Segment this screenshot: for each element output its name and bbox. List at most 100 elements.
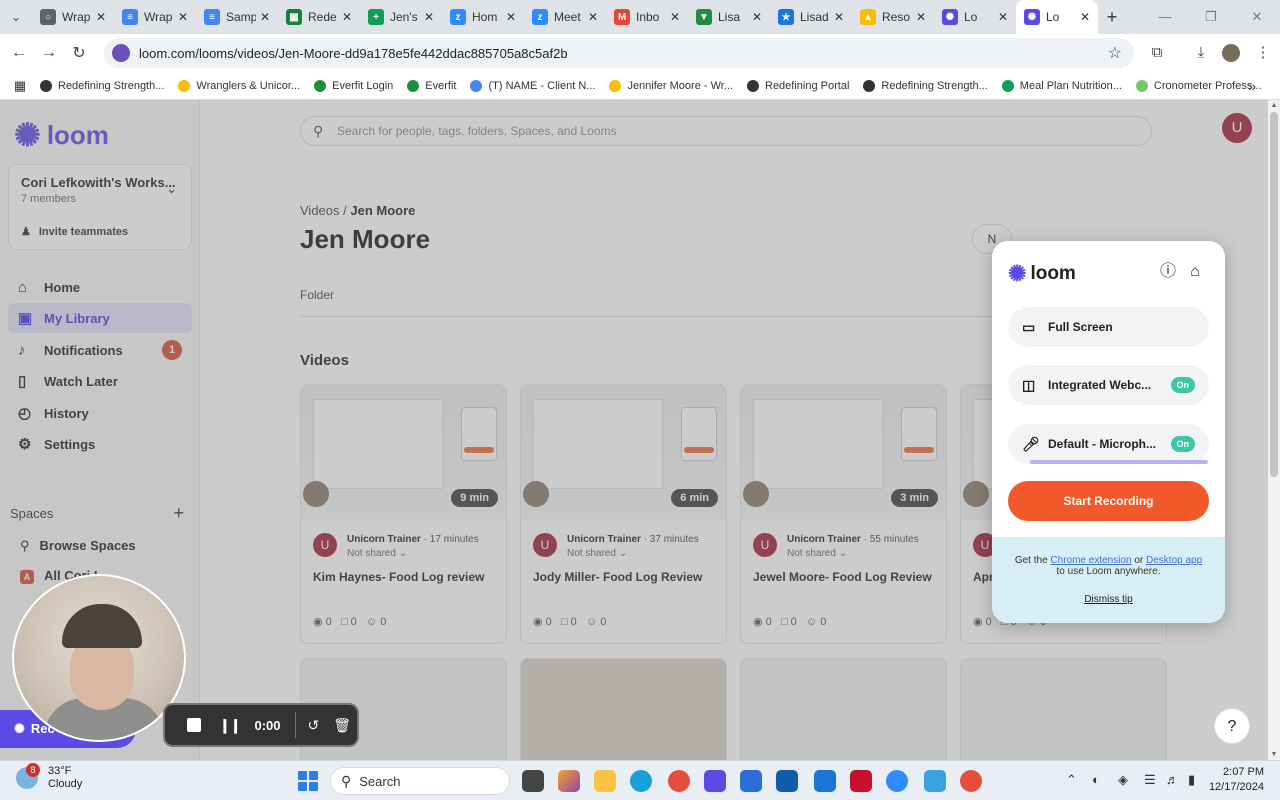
dell-icon[interactable] bbox=[776, 770, 798, 792]
video-card[interactable]: 9 min U Unicorn Trainer · 17 minutes Not… bbox=[300, 384, 507, 644]
browser-menu-icon[interactable]: ⋮ bbox=[1250, 40, 1276, 66]
bookmark-item[interactable]: Jennifer Moore - Wr... bbox=[609, 79, 733, 92]
browser-tab[interactable]: + Jen's ✕ bbox=[360, 0, 442, 34]
help-circle-icon[interactable]: ⓘ bbox=[1157, 261, 1179, 283]
app-icon[interactable] bbox=[924, 770, 946, 792]
video-card[interactable]: 3 min U Unicorn Trainer · 55 minutes Not… bbox=[740, 384, 947, 644]
weather-widget[interactable]: 8 33°F Cloudy bbox=[16, 763, 82, 791]
sidebar-item-settings[interactable]: ⚙ Settings bbox=[8, 429, 192, 459]
pause-icon[interactable]: ❙❙ bbox=[219, 717, 241, 734]
close-tab-icon[interactable]: ✕ bbox=[752, 10, 762, 24]
full-screen-option[interactable]: ▭ Full Screen bbox=[1008, 307, 1209, 347]
site-info-icon[interactable] bbox=[112, 44, 130, 62]
tray-chevron-icon[interactable]: ⌃ bbox=[1066, 772, 1077, 788]
close-tab-icon[interactable]: ✕ bbox=[260, 10, 270, 24]
video-card-row2[interactable] bbox=[960, 658, 1167, 760]
dismiss-tip-link[interactable]: Dismiss tip bbox=[992, 594, 1225, 605]
share-status[interactable]: Not shared ⌄ bbox=[567, 548, 627, 559]
chrome-active-icon[interactable] bbox=[960, 770, 982, 792]
loom-logo[interactable]: ✺ loom bbox=[14, 116, 109, 154]
bookmark-item[interactable]: Redefining Strength... bbox=[863, 79, 988, 92]
sidebar-item-notifications[interactable]: ♪ Notifications 1 bbox=[8, 335, 192, 365]
reload-icon[interactable]: ↻ bbox=[64, 43, 94, 63]
edge-icon[interactable] bbox=[630, 770, 652, 792]
forward-icon[interactable]: → bbox=[34, 44, 64, 62]
close-tab-icon[interactable]: ✕ bbox=[424, 10, 434, 24]
video-title[interactable]: Jewel Moore- Food Log Review bbox=[753, 570, 932, 584]
sidebar-item-watch-later[interactable]: ▯ Watch Later bbox=[8, 366, 192, 396]
bookmark-item[interactable]: Cronometer Profess... bbox=[1135, 79, 1262, 92]
page-scrollbar[interactable]: ▲ ▼ bbox=[1268, 100, 1280, 760]
close-tab-icon[interactable]: ✕ bbox=[588, 10, 598, 24]
bookmark-item[interactable]: Everfit bbox=[407, 79, 456, 92]
webcam-select[interactable]: ◫ Integrated Webc... On bbox=[1008, 365, 1209, 405]
desktop-app-link[interactable]: Desktop app bbox=[1146, 555, 1202, 566]
apps-grid-icon[interactable]: ▦ bbox=[0, 78, 40, 94]
back-icon[interactable]: ← bbox=[4, 44, 34, 62]
wifi-icon[interactable]: ☰ bbox=[1144, 772, 1156, 788]
close-tab-icon[interactable]: ✕ bbox=[342, 10, 352, 24]
browser-tab[interactable]: ▦ Rede ✕ bbox=[278, 0, 360, 34]
bookmark-item[interactable]: Everfit Login bbox=[314, 79, 393, 92]
trash-icon[interactable]: 🗑︎ bbox=[333, 717, 351, 734]
scroll-up-icon[interactable]: ▲ bbox=[1270, 102, 1278, 109]
video-thumbnail[interactable]: 6 min bbox=[521, 385, 726, 520]
workspace-switcher[interactable]: Cori Lefkowith's Works... 7 members ⌄ ♟ I… bbox=[8, 164, 192, 250]
outlook-icon[interactable] bbox=[814, 770, 836, 792]
stop-icon[interactable] bbox=[187, 718, 201, 732]
sidebar-item-home[interactable]: ⌂ Home bbox=[8, 272, 192, 302]
close-tab-icon[interactable]: ✕ bbox=[1080, 10, 1090, 24]
task-view-icon[interactable] bbox=[522, 770, 544, 792]
add-space-icon[interactable]: + bbox=[173, 503, 184, 524]
profile-avatar[interactable] bbox=[1218, 40, 1244, 66]
download-icon[interactable]: ⤓ bbox=[1188, 40, 1214, 66]
help-button[interactable]: ? bbox=[1214, 708, 1250, 744]
browser-tab[interactable]: z Hom ✕ bbox=[442, 0, 524, 34]
webcam-toggle[interactable]: On bbox=[1170, 377, 1195, 393]
bookmark-item[interactable]: (T) NAME - Client N... bbox=[470, 79, 595, 92]
minimize-icon[interactable]: — bbox=[1142, 0, 1188, 34]
close-tab-icon[interactable]: ✕ bbox=[96, 10, 106, 24]
browser-tab[interactable]: ≡ Samp ✕ bbox=[196, 0, 278, 34]
close-tab-icon[interactable]: ✕ bbox=[916, 10, 926, 24]
browser-tab[interactable]: ▼ Lisa ✕ bbox=[688, 0, 770, 34]
scroll-down-icon[interactable]: ▼ bbox=[1270, 751, 1278, 758]
invite-teammates-button[interactable]: ♟ Invite teammates bbox=[21, 225, 128, 238]
share-status[interactable]: Not shared ⌄ bbox=[347, 548, 407, 559]
browser-tab[interactable]: ★ Lisad ✕ bbox=[770, 0, 852, 34]
video-thumbnail[interactable]: 3 min bbox=[741, 385, 946, 520]
bookmark-item[interactable]: Meal Plan Nutrition... bbox=[1001, 79, 1122, 92]
store-icon[interactable] bbox=[740, 770, 762, 792]
share-status[interactable]: Not shared ⌄ bbox=[787, 548, 847, 559]
close-tab-icon[interactable]: ✕ bbox=[178, 10, 188, 24]
tab-search-icon[interactable]: ⌄ bbox=[0, 0, 32, 34]
more-bookmarks-icon[interactable]: » bbox=[1248, 78, 1256, 94]
browser-tab[interactable]: ✺ Lo ✕ bbox=[1016, 0, 1098, 34]
scrollbar-thumb[interactable] bbox=[1270, 112, 1278, 477]
global-search-input[interactable]: ⚲ Search for people, tags, folders, Space… bbox=[300, 116, 1152, 146]
close-tab-icon[interactable]: ✕ bbox=[670, 10, 680, 24]
chrome-extension-link[interactable]: Chrome extension bbox=[1050, 555, 1131, 566]
user-avatar[interactable]: U bbox=[1222, 113, 1252, 143]
browser-tab[interactable]: ≡ Wrap ✕ bbox=[114, 0, 196, 34]
browser-tab[interactable]: M Inbo ✕ bbox=[606, 0, 688, 34]
video-title[interactable]: Kim Haynes- Food Log review bbox=[313, 570, 484, 584]
loom-taskbar-icon[interactable] bbox=[704, 770, 726, 792]
taskbar-search[interactable]: ⚲ Search bbox=[330, 767, 510, 795]
browser-tab[interactable]: ✺ Lo ✕ bbox=[934, 0, 1016, 34]
new-tab-button[interactable]: + bbox=[1098, 7, 1126, 28]
extensions-icon[interactable]: ⧉ bbox=[1144, 40, 1170, 66]
bookmark-star-icon[interactable]: ☆ bbox=[1108, 43, 1122, 63]
video-card-row2[interactable] bbox=[520, 658, 727, 760]
sidebar-item-my-library[interactable]: ▣ My Library bbox=[8, 303, 192, 333]
video-card[interactable]: 6 min U Unicorn Trainer · 37 minutes Not… bbox=[520, 384, 727, 644]
video-title[interactable]: Jody Miller- Food Log Review bbox=[533, 570, 702, 584]
browse-spaces-link[interactable]: ⚲ Browse Spaces bbox=[20, 538, 136, 554]
webcam-bubble[interactable] bbox=[12, 574, 186, 742]
volume-icon[interactable]: ♬ bbox=[1166, 772, 1179, 787]
video-thumbnail[interactable]: 9 min bbox=[301, 385, 506, 520]
url-field[interactable]: loom.com/looms/videos/Jen-Moore-dd9a178e… bbox=[104, 38, 1134, 68]
close-tab-icon[interactable]: ✕ bbox=[834, 10, 844, 24]
file-explorer-icon[interactable] bbox=[594, 770, 616, 792]
bookmark-item[interactable]: Redefining Portal bbox=[747, 79, 849, 92]
